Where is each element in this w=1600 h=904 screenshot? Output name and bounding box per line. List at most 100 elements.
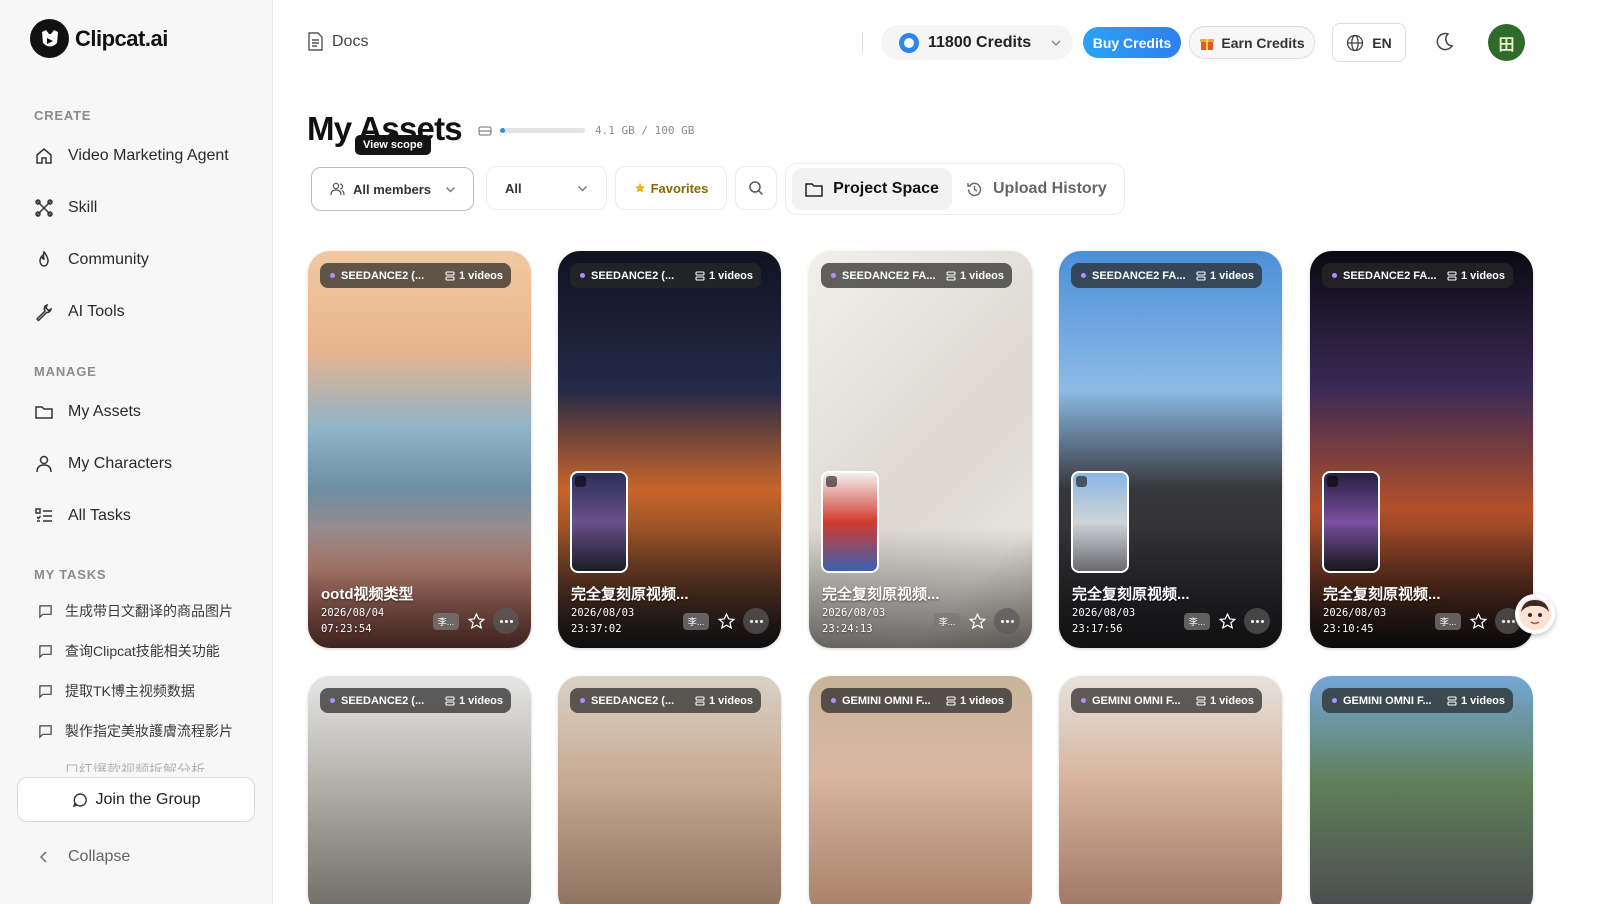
task-item[interactable]: 提取TK博主视频数据 (38, 681, 258, 701)
card-actions: 李... (1435, 608, 1521, 634)
gift-icon (1200, 38, 1215, 50)
favorite-button[interactable] (966, 610, 988, 632)
video-count-label: 1 videos (709, 694, 754, 707)
video-count: 1 videos (946, 695, 1004, 707)
task-item[interactable]: 生成带日文翻译的商品图片 (38, 601, 258, 621)
search-button[interactable] (735, 166, 777, 210)
reference-thumbnail[interactable] (1071, 471, 1129, 573)
sidebar: Clipcat.ai CREATE Video Marketing Agent … (0, 0, 273, 904)
app-logo[interactable]: Clipcat.ai (30, 19, 168, 58)
earn-credits-button[interactable]: Earn Credits (1189, 26, 1315, 59)
language-label: EN (1372, 34, 1392, 51)
asset-card[interactable]: GEMINI OMNI F... 1 videos (1059, 676, 1282, 904)
join-group-label: Join the Group (95, 790, 201, 808)
moon-icon[interactable] (1433, 31, 1455, 53)
owner-chip[interactable]: 李... (934, 612, 960, 630)
asset-card[interactable]: GEMINI OMNI F... 1 videos (809, 676, 1032, 904)
task-label: 製作指定美妝護膚流程影片 (65, 723, 233, 739)
tab-project-space[interactable]: Project Space (792, 168, 952, 210)
sidebar-item-my-assets[interactable]: My Assets (34, 398, 254, 426)
favorite-button[interactable] (1216, 610, 1238, 632)
user-avatar[interactable]: 田 (1488, 24, 1525, 61)
sidebar-item-all-tasks[interactable]: All Tasks (34, 502, 254, 530)
members-filter[interactable]: All members (311, 167, 474, 211)
sidebar-item-label: My Characters (68, 455, 173, 472)
card-date: 2026/08/03 (1323, 607, 1387, 619)
wrench-icon (35, 303, 52, 322)
storage-icon (478, 125, 492, 136)
model-name: SEEDANCE2 (... (591, 269, 675, 282)
credits-dropdown[interactable]: 11800 Credits (881, 25, 1073, 60)
model-name: GEMINI OMNI F... (842, 694, 931, 707)
docs-link[interactable]: Docs (307, 32, 368, 51)
chat-icon (72, 792, 87, 807)
language-selector[interactable]: EN (1332, 23, 1406, 62)
home-icon (36, 148, 52, 164)
more-options-button[interactable] (493, 608, 519, 634)
reference-thumbnail[interactable] (821, 471, 879, 573)
model-badge: SEEDANCE2 (... 1 videos (320, 688, 512, 713)
asset-card[interactable]: SEEDANCE2 (... 1 videos (558, 676, 781, 904)
assistant-avatar[interactable] (1515, 594, 1555, 634)
sidebar-item-my-characters[interactable]: My Characters (34, 450, 254, 478)
sidebar-item-ai-tools[interactable]: AI Tools (34, 298, 254, 326)
owner-chip[interactable]: 李... (683, 612, 709, 630)
more-options-button[interactable] (994, 608, 1020, 634)
tasks-section-label: MY TASKS (34, 567, 107, 582)
owner-chip[interactable]: 李... (1184, 612, 1210, 630)
reference-thumbnail[interactable] (570, 471, 628, 573)
model-name: SEEDANCE2 FA... (1092, 269, 1186, 282)
more-options-button[interactable] (743, 608, 769, 634)
buy-credits-button[interactable]: Buy Credits (1083, 27, 1181, 58)
task-item-partial[interactable]: 口红爆款视频拆解分析 (38, 760, 205, 772)
card-actions: 李... (433, 608, 519, 634)
document-icon (308, 32, 323, 51)
video-count: 1 videos (1447, 270, 1505, 282)
asset-card[interactable]: SEEDANCE2 (... 1 videos ootd视频类型 2026/08… (308, 251, 531, 648)
favorite-button[interactable] (715, 610, 737, 632)
storage-fill (500, 128, 506, 133)
video-count-label: 1 videos (1461, 269, 1506, 282)
card-title: 完全复刻原视频... (571, 586, 689, 603)
model-badge: GEMINI OMNI F... 1 videos (821, 688, 1013, 713)
task-label: 提取TK博主视频数据 (65, 683, 195, 699)
tab-label: Upload History (993, 180, 1107, 197)
reference-thumbnail[interactable] (1322, 471, 1380, 573)
asset-card[interactable]: SEEDANCE2 (... 1 videos 完全复刻原视频... 2026/… (558, 251, 781, 648)
video-count-label: 1 videos (1461, 694, 1506, 707)
skill-icon (35, 199, 53, 217)
storage-indicator: 4.1 GB / 100 GB (478, 124, 694, 137)
asset-card[interactable]: SEEDANCE2 FA... 1 videos 完全复刻原视频... 2026… (1059, 251, 1282, 648)
asset-card[interactable]: GEMINI OMNI F... 1 videos (1310, 676, 1533, 904)
sidebar-item-community[interactable]: Community (34, 246, 254, 274)
sidebar-item-skill[interactable]: Skill (34, 194, 254, 222)
model-badge: SEEDANCE2 FA... 1 videos (1071, 263, 1263, 288)
lock-icon (575, 476, 586, 487)
chat-bubble-icon (39, 644, 52, 659)
asset-card[interactable]: SEEDANCE2 FA... 1 videos 完全复刻原视频... 2026… (1310, 251, 1533, 648)
lock-icon (826, 476, 837, 487)
model-badge: SEEDANCE2 (... 1 videos (570, 688, 762, 713)
app-name: Clipcat.ai (75, 25, 168, 51)
join-group-button[interactable]: Join the Group (17, 777, 255, 822)
video-count-label: 1 videos (960, 694, 1005, 707)
owner-chip[interactable]: 李... (433, 612, 459, 630)
asset-card[interactable]: SEEDANCE2 (... 1 videos (308, 676, 531, 904)
owner-chip[interactable]: 李... (1435, 612, 1461, 630)
model-name: SEEDANCE2 FA... (1343, 269, 1437, 282)
sidebar-item-video-marketing-agent[interactable]: Video Marketing Agent (34, 142, 254, 170)
model-badge: SEEDANCE2 (... 1 videos (570, 263, 762, 288)
tab-upload-history[interactable]: Upload History (966, 168, 1116, 210)
badge-dot (1332, 273, 1337, 278)
type-filter-label: All (505, 180, 522, 196)
asset-card[interactable]: SEEDANCE2 FA... 1 videos 完全复刻原视频... 2026… (809, 251, 1032, 648)
task-item[interactable]: 製作指定美妝護膚流程影片 (38, 721, 258, 741)
more-options-button[interactable] (1244, 608, 1270, 634)
collapse-button[interactable]: Collapse (38, 848, 130, 866)
task-item[interactable]: 查询Clipcat技能相关功能 (38, 641, 258, 661)
favorite-button[interactable] (1467, 610, 1489, 632)
type-filter[interactable]: All (486, 166, 607, 210)
favorite-button[interactable] (465, 610, 487, 632)
favorites-filter[interactable]: Favorites (615, 166, 727, 210)
video-count-label: 1 videos (960, 269, 1005, 282)
